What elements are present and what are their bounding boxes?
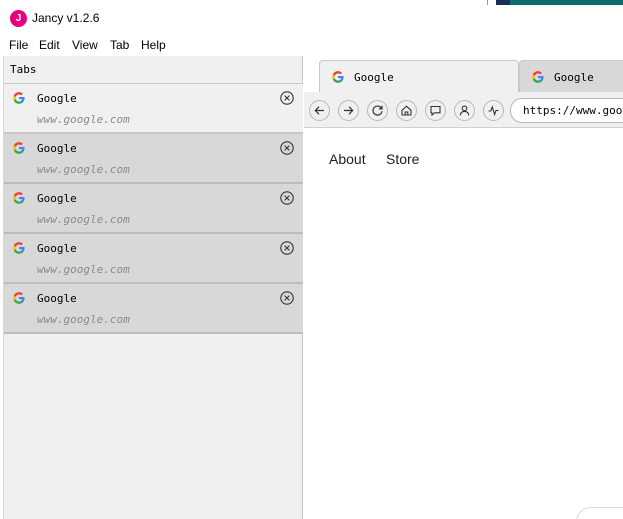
tab-title: Google — [37, 242, 77, 255]
menu-file[interactable]: File — [9, 38, 28, 52]
tab-url: www.google.com — [37, 163, 130, 176]
tab-url: www.google.com — [37, 313, 130, 326]
google-icon — [13, 242, 25, 254]
menu-tab[interactable]: Tab — [110, 38, 129, 52]
home-icon — [401, 105, 412, 116]
tab-title: Google — [37, 142, 77, 155]
tab-list-item[interactable]: Google www.google.com — [4, 284, 303, 334]
browser-tab[interactable]: Google — [319, 60, 519, 92]
google-icon — [13, 142, 25, 154]
background-window-edge — [487, 0, 488, 5]
browser-tab-title: Google — [554, 71, 594, 84]
navigation-bar: https://www.google.com — [304, 92, 623, 128]
tab-list-item[interactable]: Google www.google.com — [4, 184, 303, 234]
tab-url: www.google.com — [37, 263, 130, 276]
google-icon — [13, 292, 25, 304]
menu-view[interactable]: View — [72, 38, 98, 52]
tab-title: Google — [37, 292, 77, 305]
close-tab-icon[interactable] — [280, 191, 294, 205]
chat-button[interactable] — [425, 100, 446, 121]
home-button[interactable] — [396, 100, 417, 121]
menu-edit[interactable]: Edit — [39, 38, 60, 52]
google-icon — [332, 71, 344, 83]
app-logo-icon: J — [10, 10, 27, 27]
web-page-content: About Store — [304, 129, 623, 519]
close-tab-icon[interactable] — [280, 291, 294, 305]
url-input[interactable]: https://www.google.com — [510, 98, 623, 123]
browser-tab[interactable]: Google — [519, 60, 623, 92]
tab-url: www.google.com — [37, 113, 130, 126]
url-text: https://www.google.com — [523, 104, 623, 117]
activity-icon — [488, 105, 499, 117]
page-widget-edge — [576, 507, 623, 519]
activity-button[interactable] — [483, 100, 504, 121]
reload-button[interactable] — [367, 100, 388, 121]
window-title: Jancy v1.2.6 — [32, 11, 100, 25]
back-button[interactable] — [309, 100, 330, 121]
browser-view: Google Google https://www.goo About Stor… — [304, 56, 623, 519]
close-tab-icon[interactable] — [280, 241, 294, 255]
tab-list-item[interactable]: Google www.google.com — [4, 234, 303, 284]
browser-tab-strip: Google Google — [304, 56, 623, 92]
close-tab-icon[interactable] — [280, 91, 294, 105]
background-window-strip — [510, 0, 623, 5]
tab-url: www.google.com — [37, 213, 130, 226]
title-bar: J Jancy v1.2.6 — [0, 0, 623, 35]
tab-title: Google — [37, 192, 77, 205]
back-arrow-icon — [314, 106, 324, 115]
google-icon — [532, 71, 544, 83]
menu-bar: File Edit View Tab Help — [0, 35, 623, 56]
tabs-panel-header: Tabs — [10, 63, 37, 76]
tabs-panel: Tabs Google www.google.com Google www.go… — [3, 56, 303, 519]
close-tab-icon[interactable] — [280, 141, 294, 155]
user-icon — [459, 105, 470, 116]
tab-list-item[interactable]: Google www.google.com — [4, 134, 303, 184]
background-window-strip — [496, 0, 510, 5]
reload-icon — [372, 105, 383, 116]
google-icon — [13, 92, 25, 104]
tab-list-item[interactable]: Google www.google.com — [4, 84, 303, 134]
google-icon — [13, 192, 25, 204]
about-link[interactable]: About — [329, 151, 366, 167]
chat-icon — [430, 105, 441, 117]
tab-title: Google — [37, 92, 77, 105]
browser-tab-title: Google — [354, 71, 394, 84]
tab-list: Google www.google.com Google www.google.… — [4, 84, 303, 334]
forward-button[interactable] — [338, 100, 359, 121]
forward-arrow-icon — [344, 106, 354, 115]
store-link[interactable]: Store — [386, 151, 419, 167]
profile-button[interactable] — [454, 100, 475, 121]
menu-help[interactable]: Help — [141, 38, 166, 52]
